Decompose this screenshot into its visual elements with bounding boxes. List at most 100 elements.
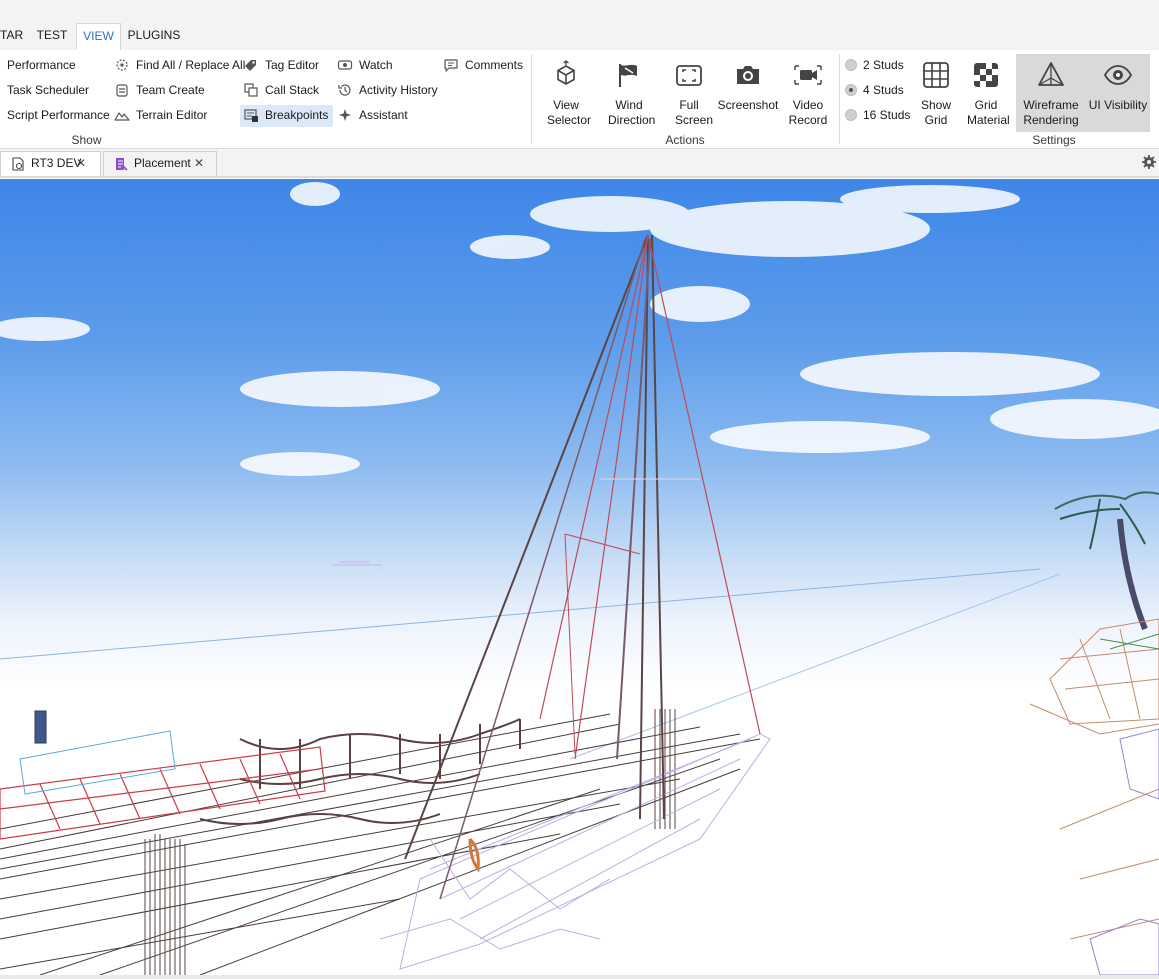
distant-wireframe (332, 561, 382, 566)
doc-tab-label: Placement (134, 156, 191, 170)
3d-viewport[interactable] (0, 179, 1159, 975)
video-record-button[interactable]: Video Record (782, 54, 834, 130)
call-stack-button[interactable]: Call Stack (243, 80, 333, 102)
document-tab-bar: RT3 DEV ✕ Placement ✕ (0, 149, 1159, 178)
watch-button[interactable]: Watch (337, 55, 437, 77)
settings-group-label: Settings (1032, 133, 1076, 147)
terrain-editor-label: Terrain Editor (136, 108, 208, 122)
wireframe-scene (0, 182, 1159, 975)
pier-wireframe (0, 713, 761, 975)
rocks-wireframe (1029, 618, 1159, 940)
checker-icon (974, 63, 998, 87)
menu-bar: TAR TEST VIEW PLUGINS (0, 0, 1159, 51)
comments-button[interactable]: Comments (443, 55, 528, 77)
radio-indicator (845, 84, 857, 96)
grid-4-studs-radio[interactable]: 4 Studs (845, 81, 910, 101)
ui-visibility-button[interactable]: UI Visibility (1086, 54, 1150, 132)
grid-16-studs-radio[interactable]: 16 Studs (845, 106, 915, 126)
wind-flag-icon (619, 64, 637, 87)
find-replace-button[interactable]: Find All / Replace All (114, 55, 245, 77)
assistant-label: Assistant (359, 108, 408, 122)
watch-label: Watch (359, 58, 393, 72)
ribbon-separator (839, 54, 840, 144)
palm-tree-wireframe (1054, 491, 1159, 631)
actions-group-label: Actions (665, 133, 705, 147)
camera-icon (737, 66, 759, 84)
grid-icon (923, 62, 949, 88)
sparkle-icon (339, 109, 351, 121)
ui-visibility-label: UI Visibility (1088, 98, 1148, 112)
breakpoints-button[interactable]: Breakpoints (240, 105, 333, 127)
comments-label: Comments (465, 58, 524, 72)
doc-tab-rt3-dev[interactable]: RT3 DEV ✕ (0, 151, 101, 176)
performance-button[interactable]: Performance (0, 55, 110, 77)
script-performance-button[interactable]: Script Performance (0, 105, 110, 127)
grid-material-button[interactable]: Grid Material (961, 54, 1011, 130)
ribbon-separator (531, 54, 532, 144)
grid-material-label: Grid Material (967, 98, 1010, 127)
find-replace-label: Find All / Replace All (136, 58, 246, 72)
wind-direction-button[interactable]: Wind Direction (598, 54, 660, 130)
full-screen-button[interactable]: Full Screen (663, 54, 715, 130)
menu-tab-view[interactable]: VIEW (76, 23, 121, 51)
video-record-label: Video Record (788, 98, 828, 127)
team-create-label: Team Create (136, 83, 205, 97)
gear-icon[interactable] (1141, 154, 1157, 170)
blue-object-wireframe (19, 710, 176, 795)
activity-history-label: Activity History (359, 83, 438, 97)
grid-2-studs-label: 2 Studs (863, 58, 904, 72)
task-scheduler-button[interactable]: Task Scheduler (0, 80, 110, 102)
assistant-button[interactable]: Assistant (337, 105, 437, 127)
place-file-icon (12, 157, 24, 171)
ribbon: Performance Task Scheduler Script Perfor… (0, 50, 1159, 149)
tag-editor-button[interactable]: Tag Editor (243, 55, 333, 77)
grid-2-studs-radio[interactable]: 2 Studs (845, 56, 910, 76)
find-replace-icon (116, 59, 128, 71)
grid-16-studs-label: 16 Studs (863, 108, 911, 122)
boat-hull-wireframe (379, 733, 771, 970)
watch-icon (337, 60, 353, 70)
terrain-editor-button[interactable]: Terrain Editor (114, 105, 224, 127)
screenshot-button[interactable]: Screenshot (717, 54, 779, 130)
wireframe-rendering-label: Wireframe Rendering (1023, 98, 1079, 127)
script-performance-label: Script Performance (7, 108, 110, 122)
full-screen-label: Full Screen (675, 98, 714, 127)
mast-rigging (404, 234, 761, 900)
doc-tab-placement[interactable]: Placement ✕ (103, 151, 217, 176)
performance-label: Performance (7, 58, 76, 72)
video-camera-icon (794, 65, 822, 85)
status-strip (0, 975, 1159, 979)
screenshot-label: Screenshot (717, 98, 779, 112)
doc-tab-label: RT3 DEV (31, 156, 82, 170)
show-grid-button[interactable]: Show Grid (913, 54, 959, 130)
wireframe-rendering-button[interactable]: Wireframe Rendering (1016, 54, 1086, 132)
show-grid-label: Show Grid (921, 98, 952, 127)
horizon-line (0, 568, 1041, 660)
call-stack-icon (244, 83, 258, 97)
wireframe-icon (1038, 62, 1064, 86)
view-selector-button[interactable]: View Selector (540, 54, 592, 130)
menu-tab-plugins[interactable]: PLUGINS (126, 23, 182, 50)
menu-tab-avatar[interactable]: TAR (0, 23, 23, 50)
team-create-icon (116, 84, 128, 97)
view-selector-label: View Selector (547, 98, 592, 127)
grid-4-studs-label: 4 Studs (863, 83, 904, 97)
close-icon[interactable]: ✕ (76, 152, 86, 175)
show-group-label: Show (71, 133, 102, 147)
close-icon[interactable]: ✕ (194, 152, 204, 175)
menu-tab-test[interactable]: TEST (31, 23, 73, 50)
radio-indicator (845, 109, 857, 121)
grass-wireframe (1099, 633, 1159, 650)
team-create-button[interactable]: Team Create (114, 80, 224, 102)
task-scheduler-label: Task Scheduler (7, 83, 90, 97)
tag-icon (245, 60, 256, 71)
breakpoints-icon (244, 109, 258, 122)
script-icon (116, 158, 128, 171)
history-icon (338, 84, 351, 96)
activity-history-button[interactable]: Activity History (337, 80, 438, 102)
eye-icon (1103, 65, 1133, 85)
tag-editor-label: Tag Editor (265, 58, 320, 72)
rocks-wireframe-blue (1089, 728, 1159, 975)
radio-indicator (845, 59, 857, 71)
breakpoints-label: Breakpoints (265, 108, 329, 122)
